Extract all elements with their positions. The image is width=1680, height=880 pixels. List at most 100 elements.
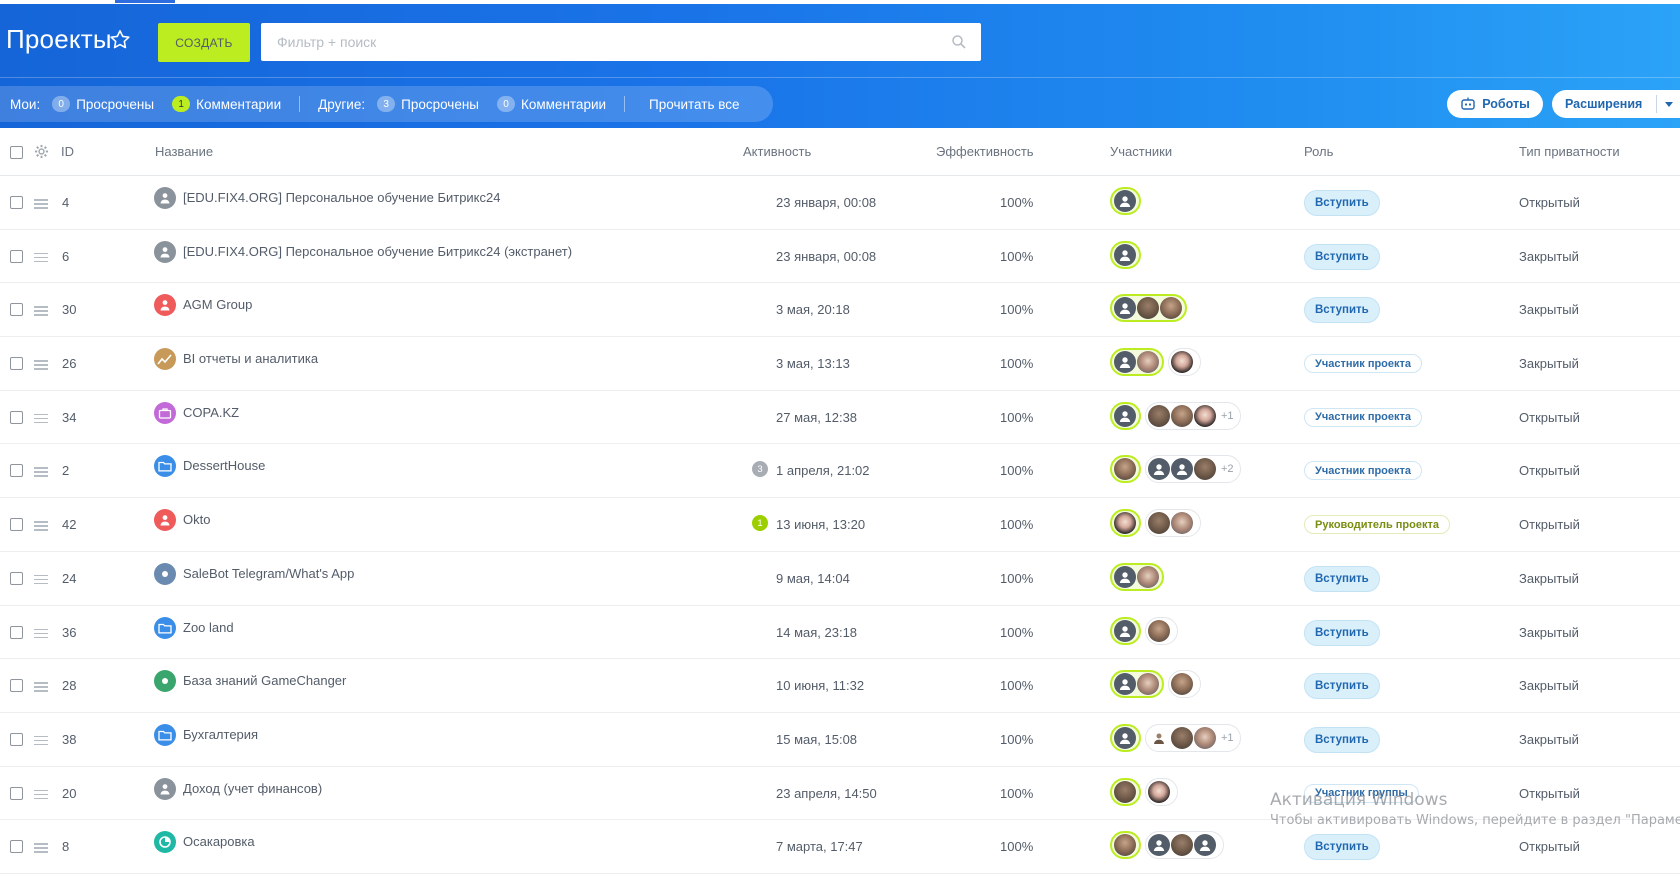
project-name-link[interactable]: Осакаровка: [183, 834, 255, 849]
members-group[interactable]: [1145, 831, 1224, 860]
avatar[interactable]: [1171, 351, 1193, 374]
avatar[interactable]: [1114, 780, 1136, 803]
table-row[interactable]: 34 COPA.KZ 27 мая, 12:38 100% +1 Участник про…: [0, 391, 1680, 445]
column-id[interactable]: ID: [61, 144, 74, 159]
avatar[interactable]: [1148, 458, 1170, 481]
drag-handle-icon[interactable]: [34, 252, 48, 263]
avatar[interactable]: [1194, 834, 1216, 857]
project-name-link[interactable]: Okto: [183, 512, 210, 527]
search-input[interactable]: [277, 34, 937, 50]
role-badge[interactable]: Вступить: [1304, 834, 1380, 861]
members-group[interactable]: [1168, 348, 1201, 377]
drag-handle-icon[interactable]: [34, 682, 48, 692]
drag-handle-icon[interactable]: [34, 199, 48, 209]
table-row[interactable]: 8 Осакаровка 7 марта, 17:47 100% Вступить Отк…: [0, 820, 1680, 874]
owners-group[interactable]: [1110, 240, 1141, 269]
project-name-link[interactable]: COPA.KZ: [183, 405, 239, 420]
owners-group[interactable]: [1110, 723, 1141, 752]
members-more-count[interactable]: +2: [1221, 463, 1234, 475]
project-name-link[interactable]: [EDU.FIX4.ORG] Персональное обучение Бит…: [183, 244, 572, 259]
owners-group[interactable]: [1110, 294, 1187, 323]
role-badge[interactable]: Вступить: [1304, 726, 1380, 753]
table-row[interactable]: 36 Zoo land 14 мая, 23:18 100% Вступить Закры…: [0, 606, 1680, 660]
owners-group[interactable]: [1110, 187, 1141, 215]
drag-handle-icon[interactable]: [34, 789, 48, 800]
drag-handle-icon[interactable]: [34, 413, 48, 424]
owners-group[interactable]: [1110, 509, 1141, 538]
role-badge[interactable]: Вступить: [1304, 297, 1380, 324]
project-name-link[interactable]: Бухгалтерия: [183, 727, 258, 742]
search-icon[interactable]: [951, 34, 967, 50]
avatar[interactable]: [1114, 834, 1136, 857]
filter-search-box[interactable]: [261, 23, 981, 61]
avatar[interactable]: [1114, 297, 1136, 320]
create-button[interactable]: Создать: [158, 23, 250, 62]
table-row[interactable]: 38 Бухгалтерия 15 мая, 15:08 100% +1 Вступить…: [0, 713, 1680, 767]
others-overdue-counter[interactable]: 3 Просрочены: [377, 96, 479, 112]
drag-handle-icon[interactable]: [34, 574, 48, 585]
favorite-star-icon[interactable]: [108, 28, 132, 52]
row-checkbox[interactable]: [10, 464, 23, 478]
project-name-link[interactable]: SaleBot Telegram/What's App: [183, 566, 354, 581]
project-name-link[interactable]: Zoo land: [183, 620, 234, 635]
row-checkbox[interactable]: [10, 732, 23, 746]
robots-button[interactable]: Роботы: [1447, 90, 1543, 118]
row-checkbox[interactable]: [10, 196, 23, 209]
avatar[interactable]: [1160, 297, 1182, 320]
members-group[interactable]: +1: [1145, 401, 1241, 430]
project-name-link[interactable]: AGM Group: [183, 297, 252, 312]
avatar[interactable]: [1148, 726, 1170, 749]
project-name-link[interactable]: [EDU.FIX4.ORG] Персональное обучение Бит…: [183, 190, 500, 205]
avatar[interactable]: [1148, 512, 1170, 535]
row-checkbox[interactable]: [10, 357, 23, 371]
drag-handle-icon[interactable]: [34, 628, 48, 639]
row-checkbox[interactable]: [10, 303, 23, 317]
column-name[interactable]: Название: [155, 144, 213, 159]
column-role[interactable]: Роль: [1304, 144, 1333, 159]
role-badge[interactable]: Вступить: [1304, 565, 1380, 592]
row-checkbox[interactable]: [10, 571, 23, 585]
members-more-count[interactable]: +1: [1221, 410, 1234, 422]
my-overdue-counter[interactable]: 0 Просрочены: [52, 96, 154, 112]
members-group[interactable]: [1145, 777, 1178, 806]
row-checkbox[interactable]: [10, 625, 23, 639]
avatar[interactable]: [1114, 565, 1136, 588]
avatar[interactable]: [1194, 404, 1216, 427]
gear-icon[interactable]: [34, 144, 49, 159]
drag-handle-icon[interactable]: [34, 735, 48, 746]
table-row[interactable]: 4 [EDU.FIX4.ORG] Персональное обучение Би…: [0, 176, 1680, 230]
avatar[interactable]: [1114, 619, 1136, 642]
table-row[interactable]: 42 Okto 1 13 июня, 13:20 100% Руководитель пр…: [0, 498, 1680, 552]
activity-counter-badge[interactable]: 3: [752, 461, 768, 478]
table-row[interactable]: 24 SaleBot Telegram/What's App 9 мая, 14:0…: [0, 552, 1680, 606]
owners-group[interactable]: [1110, 831, 1141, 860]
avatar[interactable]: [1194, 458, 1216, 481]
avatar[interactable]: [1171, 512, 1193, 535]
read-all-link[interactable]: Прочитать все: [649, 97, 740, 112]
select-all-checkbox[interactable]: [10, 146, 23, 159]
others-comments-counter[interactable]: 0 Комментарии: [497, 96, 606, 112]
avatar[interactable]: [1114, 404, 1136, 427]
avatar[interactable]: [1148, 780, 1170, 803]
avatar[interactable]: [1114, 726, 1136, 749]
drag-handle-icon[interactable]: [34, 360, 48, 370]
project-name-link[interactable]: BI отчеты и аналитика: [183, 351, 318, 366]
avatar[interactable]: [1114, 458, 1136, 481]
role-badge[interactable]: Вступить: [1304, 619, 1380, 646]
owners-group[interactable]: [1110, 777, 1141, 806]
drag-handle-icon[interactable]: [34, 467, 48, 477]
column-efficiency[interactable]: Эффективность: [936, 144, 1034, 159]
owners-group[interactable]: [1110, 401, 1141, 430]
drag-handle-icon[interactable]: [34, 521, 48, 531]
avatar[interactable]: [1148, 834, 1170, 857]
members-group[interactable]: [1168, 670, 1201, 699]
avatar[interactable]: [1137, 297, 1159, 320]
avatar[interactable]: [1148, 619, 1170, 642]
table-row[interactable]: 2 DessertHouse 3 1 апреля, 21:02 100% +2 Участ…: [0, 444, 1680, 499]
chevron-down-icon[interactable]: [1665, 102, 1673, 107]
column-privacy[interactable]: Тип приватности: [1519, 144, 1620, 159]
project-name-link[interactable]: База знаний GameChanger: [183, 673, 346, 688]
members-group[interactable]: +2: [1145, 455, 1241, 484]
role-badge[interactable]: Вступить: [1304, 673, 1380, 700]
role-badge[interactable]: Вступить: [1304, 190, 1380, 216]
